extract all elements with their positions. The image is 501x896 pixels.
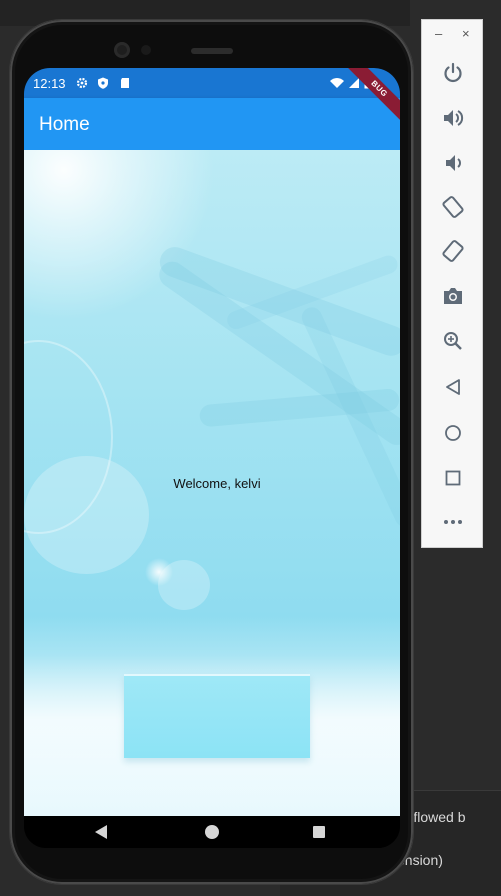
app-bar: Home [24, 98, 400, 150]
volume-down-button[interactable] [422, 141, 484, 185]
screenshot-button[interactable] [422, 274, 484, 318]
more-button[interactable] [422, 500, 484, 544]
volume-up-icon [444, 110, 464, 126]
bokeh-circle [24, 456, 149, 574]
back-icon [446, 379, 460, 395]
settings-icon [76, 77, 88, 89]
system-nav-bar [24, 816, 400, 848]
zoom-icon [444, 332, 462, 350]
status-time: 12:13 [33, 76, 66, 91]
console-line-2: ension) [397, 852, 443, 868]
earpiece-speaker [191, 48, 233, 54]
rotate-left-button[interactable] [422, 185, 484, 229]
home-background: Welcome, kelvi [24, 150, 400, 816]
home-icon [445, 425, 461, 441]
overview-icon [445, 470, 461, 486]
nav-home-icon[interactable] [204, 824, 220, 840]
front-camera [114, 42, 130, 58]
emulator-side-panel: – × [421, 19, 483, 548]
power-button[interactable] [422, 51, 484, 95]
display-pedestal [124, 674, 310, 758]
power-icon [444, 62, 462, 83]
bokeh-circle [158, 560, 210, 610]
app-bar-title: Home [39, 114, 90, 135]
camera-icon [444, 288, 462, 304]
welcome-text: Welcome, kelvi [173, 476, 261, 491]
rotate-right-icon [442, 240, 464, 262]
wifi-icon [330, 78, 344, 88]
rotate-right-button[interactable] [422, 229, 484, 273]
volume-down-icon [446, 155, 461, 171]
shield-icon [98, 77, 108, 89]
zoom-button[interactable] [422, 319, 484, 363]
minimize-button[interactable]: – [435, 26, 442, 41]
volume-up-button[interactable] [422, 96, 484, 140]
nav-overview-icon[interactable] [312, 824, 326, 840]
rotate-left-icon [442, 196, 464, 218]
back-button[interactable] [422, 365, 484, 409]
sd-card-icon [121, 78, 129, 88]
more-icon [444, 520, 462, 524]
status-bar: 12:13 [24, 68, 400, 98]
sensor [141, 45, 151, 55]
nav-back-icon[interactable] [94, 824, 108, 840]
home-button[interactable] [422, 411, 484, 455]
device-screen: 12:13 Home BUG Welcome, kelvi [24, 68, 400, 848]
overview-button[interactable] [422, 456, 484, 500]
close-button[interactable]: × [462, 26, 470, 41]
